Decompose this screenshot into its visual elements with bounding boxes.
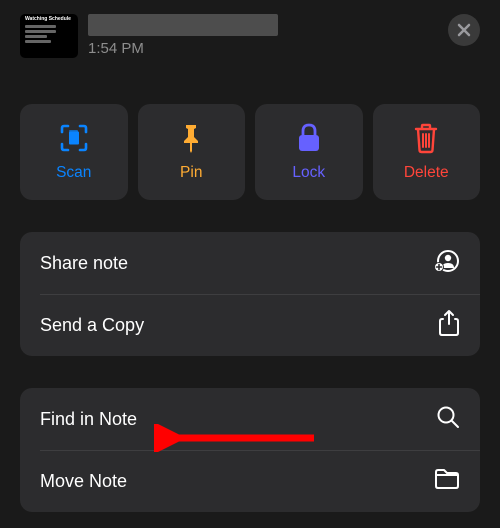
menu-group-share: Share note Send a Copy bbox=[20, 232, 480, 356]
note-info: 1:54 PM bbox=[88, 14, 438, 57]
scan-label: Scan bbox=[56, 164, 91, 182]
send-copy-item[interactable]: Send a Copy bbox=[20, 294, 480, 356]
move-note-label: Move Note bbox=[40, 471, 127, 492]
lock-button[interactable]: Lock bbox=[255, 104, 363, 200]
delete-button[interactable]: Delete bbox=[373, 104, 481, 200]
share-note-item[interactable]: Share note bbox=[20, 232, 480, 294]
trash-icon bbox=[412, 122, 440, 154]
scan-icon bbox=[58, 122, 90, 154]
delete-label: Delete bbox=[404, 164, 449, 182]
menu-group-edit: Find in Note Move Note bbox=[20, 388, 480, 512]
send-copy-label: Send a Copy bbox=[40, 315, 144, 336]
action-row: Scan Pin Lock Delete bbox=[0, 68, 500, 200]
close-button[interactable] bbox=[448, 14, 480, 46]
sheet-header: Watching Schedule 1:54 PM bbox=[0, 0, 500, 68]
share-note-label: Share note bbox=[40, 253, 128, 274]
note-title-redacted bbox=[88, 14, 278, 36]
pin-label: Pin bbox=[180, 164, 202, 182]
close-icon bbox=[457, 23, 471, 37]
note-timestamp: 1:54 PM bbox=[88, 40, 438, 57]
move-note-item[interactable]: Move Note bbox=[20, 450, 480, 512]
find-in-note-label: Find in Note bbox=[40, 409, 137, 430]
find-in-note-item[interactable]: Find in Note bbox=[20, 388, 480, 450]
thumbnail-title: Watching Schedule bbox=[25, 17, 73, 23]
pin-button[interactable]: Pin bbox=[138, 104, 246, 200]
pin-icon bbox=[176, 122, 206, 154]
folder-icon bbox=[434, 468, 460, 495]
export-icon bbox=[438, 309, 460, 342]
note-thumbnail: Watching Schedule bbox=[20, 14, 78, 58]
thumbnail-lines bbox=[25, 25, 73, 45]
search-icon bbox=[436, 405, 460, 434]
lock-icon bbox=[295, 122, 323, 154]
scan-button[interactable]: Scan bbox=[20, 104, 128, 200]
share-person-icon bbox=[434, 248, 460, 279]
lock-label: Lock bbox=[292, 164, 325, 182]
